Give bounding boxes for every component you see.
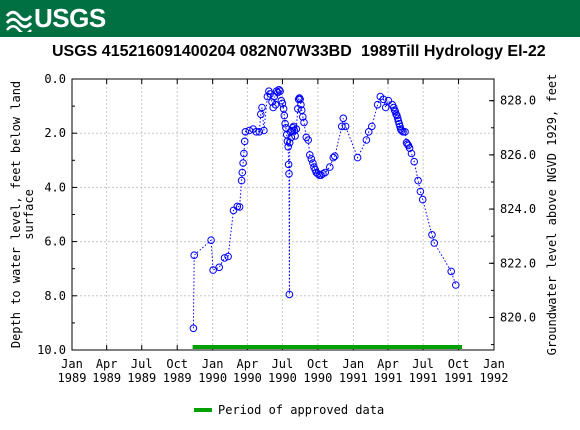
- data-point: [309, 159, 317, 167]
- y-axis-right-ticklabels: 820.0 822.0 824.0 826.0 828.0: [500, 94, 536, 325]
- data-point: [373, 100, 382, 109]
- y-axis-left-label: Depth to water level, feet below landsur…: [9, 81, 36, 348]
- y-left-ticklabel: 10.0: [37, 343, 66, 357]
- legend-label: Period of approved data: [218, 403, 384, 417]
- x-ticklabel-month: Jul: [131, 357, 153, 371]
- x-ticklabel-year: 1989: [92, 371, 121, 385]
- groundwater-chart: 0.0 2.0 4.0 6.0 8.0 10.0 820.0 822.0 824.0 826.0…: [9, 72, 559, 417]
- plot-frame: [71, 78, 495, 351]
- x-ticklabel-year: 1990: [233, 371, 262, 385]
- data-point: [341, 122, 350, 131]
- y-right-ticklabel: 824.0: [500, 202, 536, 216]
- x-ticklabel-month: Jan: [342, 357, 364, 371]
- data-points: [189, 86, 460, 333]
- x-ticklabel-year: 1991: [409, 371, 438, 385]
- x-ticklabel-year: 1991: [339, 371, 368, 385]
- grid: [72, 78, 494, 351]
- y-axis-right-label: Groundwater level above NGVD 1929, feet: [545, 74, 559, 356]
- x-ticklabel-year: 1990: [268, 371, 297, 385]
- legend: Period of approved data: [194, 403, 384, 417]
- axis-ticks: [71, 78, 495, 351]
- series-line: [192, 88, 457, 329]
- y-right-ticklabel: 820.0: [500, 310, 536, 324]
- x-ticklabel-month: Oct: [448, 357, 470, 371]
- y-left-ticklabel: 2.0: [44, 126, 66, 140]
- x-ticklabel-year: 1989: [127, 371, 156, 385]
- x-ticklabel-month: Oct: [166, 357, 188, 371]
- x-ticklabel-year: 1990: [198, 371, 227, 385]
- x-ticklabel-month: Apr: [96, 357, 118, 371]
- x-ticklabel-month: Jan: [483, 357, 505, 371]
- y-left-ticklabel: 8.0: [44, 289, 66, 303]
- data-point: [338, 122, 346, 131]
- x-ticklabel-year: 1990: [303, 371, 332, 385]
- x-ticklabel-year: 1989: [163, 371, 192, 385]
- x-ticklabel-year: 1992: [480, 371, 509, 385]
- x-ticklabel-year: 1989: [58, 371, 87, 385]
- x-ticklabel-year: 1991: [444, 371, 473, 385]
- data-point: [428, 231, 436, 239]
- data-point: [447, 267, 456, 276]
- y-left-ticklabel: 4.0: [44, 180, 66, 194]
- data-point: [215, 263, 223, 272]
- y-left-label-line: surface: [22, 189, 36, 240]
- y-left-ticklabel: 0.0: [44, 72, 66, 86]
- x-ticklabel-month: Apr: [237, 357, 259, 371]
- data-point: [326, 163, 334, 171]
- x-axis-ticklabels: Jan1989Apr1989Jul1989Oct1989Jan1990Apr19…: [58, 357, 509, 385]
- y-axis-left-ticklabels: 0.0 2.0 4.0 6.0 8.0 10.0: [37, 72, 66, 357]
- data-point: [307, 155, 316, 163]
- x-ticklabel-year: 1991: [374, 371, 403, 385]
- x-ticklabel-month: Jul: [272, 357, 294, 371]
- y-right-ticklabel: 826.0: [500, 148, 536, 162]
- y-right-ticklabel: 828.0: [500, 94, 536, 108]
- x-ticklabel-month: Oct: [307, 357, 329, 371]
- y-left-label-line: Depth to water level, feet below land: [9, 81, 23, 348]
- x-ticklabel-month: Apr: [377, 357, 399, 371]
- y-right-ticklabel: 822.0: [500, 256, 536, 270]
- x-ticklabel-month: Jan: [202, 357, 224, 371]
- y-left-ticklabel: 6.0: [44, 235, 66, 249]
- x-ticklabel-month: Jul: [412, 357, 434, 371]
- x-ticklabel-month: Jan: [61, 357, 83, 371]
- data-point: [362, 136, 371, 144]
